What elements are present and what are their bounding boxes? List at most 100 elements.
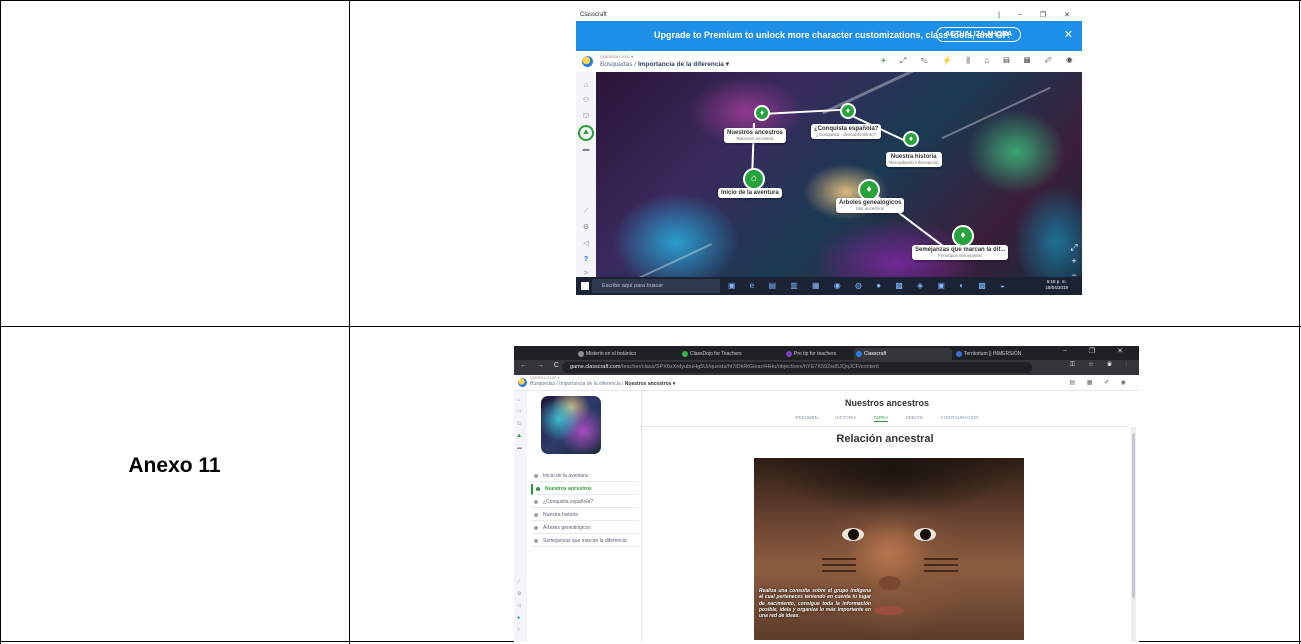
classcraft-logo: [518, 378, 527, 387]
objective-item-active[interactable]: Nuestros ancestros: [531, 484, 639, 495]
expand-icon[interactable]: ⤢: [900, 56, 912, 65]
url-field[interactable]: game.classcraft.com/teacher/class/SPX6zX…: [562, 362, 1032, 373]
sound-icon[interactable]: ◁: [582, 240, 590, 248]
home-icon[interactable]: ⌂: [582, 82, 590, 90]
map-node-inicio[interactable]: Inicio de la aventura: [718, 188, 782, 198]
tab-favicon: [682, 351, 688, 357]
start-pin-icon[interactable]: ⌂: [743, 168, 765, 190]
browser-tab[interactable]: Pro tip for teachers: [784, 348, 854, 360]
trend-icon[interactable]: ⟋: [517, 579, 521, 585]
students-icon[interactable]: ⚇: [517, 409, 521, 415]
castle-icon[interactable]: ⛫: [582, 113, 590, 121]
chat-icon[interactable]: ▬: [517, 445, 522, 451]
gear-icon[interactable]: ⚙: [517, 591, 521, 597]
table-border-right: [1299, 0, 1300, 644]
board-icon[interactable]: ▤: [1003, 56, 1015, 65]
quests-icon[interactable]: ⛰: [582, 129, 590, 137]
upgrade-banner: Upgrade to Premium to unlock more charac…: [576, 21, 1082, 51]
browser-tab-active[interactable]: Classcraft: [854, 348, 952, 360]
map-pin-icon[interactable]: ♦: [840, 103, 856, 119]
map-node-subtitle: Recopilando información: [889, 160, 939, 165]
map-pin-icon[interactable]: ♦: [903, 131, 919, 147]
home-icon[interactable]: ⌂: [984, 56, 995, 65]
bolt-icon[interactable]: ⚡: [942, 56, 958, 65]
breadcrumb-current[interactable]: Importancia de la diferencia ▾: [638, 61, 729, 68]
table-border-left: [0, 0, 1, 644]
avatar-icon[interactable]: ◉: [1066, 56, 1078, 65]
map-pin-icon[interactable]: ♦: [952, 225, 974, 247]
chat-icon[interactable]: ▬: [582, 146, 590, 154]
taskbar-search[interactable]: Escribe aquí para buscar: [592, 279, 720, 293]
tab-label: Classcraft: [864, 351, 887, 357]
map-node-title: Inicio de la aventura: [721, 190, 779, 196]
face-paint-stripe: [822, 564, 856, 566]
objective-title: Nuestros ancestros: [844, 398, 930, 408]
breadcrumb-root[interactable]: Búsquedas: [600, 61, 633, 68]
browser-nav-icons[interactable]: ← → C: [520, 362, 563, 369]
face-paint-stripe: [924, 564, 958, 566]
tab-resumen[interactable]: RESUMEN: [795, 415, 818, 420]
tab-tarea[interactable]: TAREA: [873, 415, 889, 422]
browser-tab[interactable]: Misterio en el botánico: [576, 348, 676, 360]
trend-icon[interactable]: ⟋: [582, 208, 590, 216]
window-controls[interactable]: − ❐ ✕: [1063, 347, 1133, 355]
breadcrumb-root[interactable]: Búsquedas / Importancia de la diferencia…: [530, 381, 625, 387]
objective-item[interactable]: Nuestra historia: [531, 510, 639, 521]
upgrade-button[interactable]: ACTUALIZA AHORA: [936, 27, 1022, 42]
grid-icon[interactable]: ▦: [1024, 56, 1036, 65]
scrollbar[interactable]: [1131, 427, 1136, 642]
edit-icon[interactable]: ✎: [921, 56, 934, 65]
students-icon[interactable]: ⚇: [582, 97, 590, 105]
map-node-arboles[interactable]: Árboles genealógicos Mis ancestros: [836, 198, 905, 213]
scrollbar-thumb[interactable]: [1132, 433, 1135, 598]
castle-icon[interactable]: ⛫: [517, 421, 522, 428]
annex-label: Anexo 11: [128, 454, 221, 477]
url-host: game.classcraft.com: [570, 364, 621, 370]
fullscreen-icon[interactable]: ⤢: [1069, 240, 1079, 254]
sound-icon[interactable]: ◁: [517, 603, 521, 609]
taskbar-app-icons[interactable]: ▣ e ▤ ▥ ▦ ◉ ◍ ● ▩ ◈ ▣ ◐ ▩ ◒: [728, 281, 1011, 290]
objective-pin-icon: [534, 539, 538, 543]
quest-map[interactable]: ♦ Nuestros ancestros Relación ancestral …: [596, 72, 1082, 277]
map-node-conquista[interactable]: ¿Conquista española? ¿Conquista - descub…: [811, 124, 882, 139]
window-controls[interactable]: | − ❐ ✕: [998, 11, 1078, 19]
class-selector[interactable]: QUERIDA CASE ▾: [600, 54, 633, 59]
tab-historia[interactable]: HISTORIA: [835, 415, 856, 420]
home-icon[interactable]: ⌂: [517, 397, 520, 403]
objective-item[interactable]: Árboles genealógicos: [531, 523, 639, 534]
tab-favicon: [856, 351, 862, 357]
zoom-in-button[interactable]: +: [1069, 254, 1079, 268]
pen-icon[interactable]: ✐: [1045, 56, 1058, 65]
objective-item[interactable]: ¿Conquista española?: [531, 497, 639, 508]
tab-configuracion[interactable]: CONFIGURACIÓN: [940, 415, 978, 420]
objective-item[interactable]: Semejanzas que marcan la diferencia: [531, 536, 639, 547]
quest-thumbnail: [541, 396, 601, 454]
help-icon[interactable]: ●: [517, 615, 520, 621]
map-node-nuestros-ancestros[interactable]: Nuestros ancestros Relación ancestral: [724, 128, 787, 143]
browser-tab[interactable]: ClassDojo for Teachers: [680, 348, 780, 360]
close-icon[interactable]: ✕: [1064, 28, 1073, 41]
map-node-nuestra-historia[interactable]: Nuestra historia Recopilando información: [886, 152, 942, 167]
header-toolbar[interactable]: ▤ ▦ ✐ ◉: [1069, 379, 1131, 386]
browser-tab[interactable]: Territorium || INMERSIÓN: [954, 348, 1050, 360]
breadcrumb-current[interactable]: Nuestros ancestros ▾: [625, 381, 676, 387]
windows-start-icon[interactable]: [581, 282, 589, 290]
browser-extension-icons[interactable]: ⚿ ☆ ◉ ⋮: [1070, 362, 1133, 369]
tabs-divider: [642, 426, 1128, 427]
gear-icon[interactable]: ⚙: [582, 224, 590, 232]
tab-favicon: [956, 351, 962, 357]
photo-nose: [879, 576, 901, 590]
objectives-panel: Inicio de la aventura Nuestros ancestros…: [527, 391, 642, 642]
tab-debate[interactable]: DEBATE: [905, 415, 923, 420]
map-node-semejanzas[interactable]: Semejanzas que marcan la dif... Fenotipo…: [912, 245, 1009, 260]
class-selector[interactable]: QUERIDA CASE ▾: [530, 376, 559, 380]
chevron-right-icon[interactable]: >: [517, 627, 520, 633]
face-paint-stripe: [822, 570, 856, 572]
help-icon[interactable]: ?: [582, 256, 590, 264]
quests-icon[interactable]: ⛰: [517, 433, 521, 439]
map-pin-icon[interactable]: ♦: [754, 105, 770, 121]
add-icon[interactable]: +: [881, 56, 892, 65]
tab-label: Misterio en el botánico: [586, 351, 637, 357]
objective-item[interactable]: Inicio de la aventura: [531, 471, 639, 482]
stats-icon[interactable]: ⫼: [966, 56, 976, 65]
